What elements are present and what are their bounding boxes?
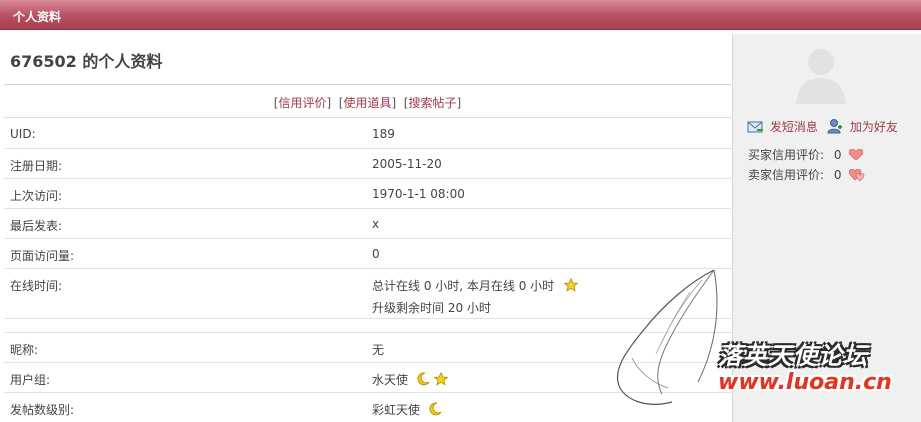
watermark-url: www.luoan.cn [718, 370, 892, 395]
credit-rating-link[interactable]: 信用评价 [278, 96, 326, 110]
field-label: 注册日期: [10, 159, 63, 173]
avatar [790, 42, 852, 104]
buyer-rating-label: 买家信用评价: [748, 148, 825, 162]
profile-title-bar: 676502 的个人资料 [4, 34, 731, 85]
field-label: 发帖数级别: [10, 403, 75, 417]
add-friend-button[interactable]: 加为好友 [827, 118, 898, 135]
buyer-rating: 买家信用评价: 0 [748, 146, 864, 163]
section-title: 个人资料 [13, 10, 62, 24]
field-row-lastvisit: 上次访问: 1970-1-1 08:00 [4, 179, 731, 209]
envelope-icon [747, 121, 763, 133]
field-label: 上次访问: [10, 189, 63, 203]
search-posts-link[interactable]: 搜索帖子 [409, 96, 457, 110]
buyer-rating-value: 0 [833, 148, 842, 162]
seller-rating: 卖家信用评价: 0 [748, 166, 865, 183]
send-message-button[interactable]: 发短消息 [747, 118, 818, 135]
field-value: 无 [372, 343, 385, 357]
online-time-value: 总计在线 0 小时, 本月在线 0 小时 升级剩余时间 20 小时 [372, 277, 579, 316]
field-value: 彩虹天使 [372, 401, 442, 418]
field-label: 最后发表: [10, 219, 63, 233]
field-value: x [372, 217, 380, 231]
field-value: 189 [372, 127, 395, 141]
field-row-uid: UID: 189 [4, 119, 731, 149]
send-message-label: 发短消息 [769, 120, 818, 134]
moon-icon [429, 402, 442, 416]
profile-title: 676502 的个人资料 [10, 52, 163, 71]
add-user-icon [827, 119, 842, 134]
field-label: UID: [10, 127, 36, 141]
field-value: 2005-11-20 [372, 157, 442, 171]
field-value: 0 [372, 247, 380, 261]
star-icon [563, 277, 579, 292]
field-value: 水天使 [372, 371, 449, 388]
field-label: 在线时间: [10, 279, 63, 293]
field-value: 1970-1-1 08:00 [372, 187, 465, 201]
field-label: 页面访问量: [10, 249, 75, 263]
profile-links: [信用评价] [使用道具] [搜索帖子] [4, 86, 731, 118]
online-time-total: 总计在线 0 小时, 本月在线 0 小时 [372, 279, 555, 293]
site-watermark: 落英天使论坛 www.luoan.cn [602, 262, 921, 422]
seller-rating-label: 卖家信用评价: [748, 168, 825, 182]
double-heart-icon [849, 169, 865, 181]
postlevel-value: 彩虹天使 [372, 403, 421, 417]
star-icon [433, 371, 449, 386]
usergroup-value: 水天使 [372, 373, 409, 387]
add-friend-label: 加为好友 [849, 120, 898, 134]
field-label: 昵称: [10, 343, 39, 357]
section-header: 个人资料 [0, 0, 921, 30]
field-row-regdate: 注册日期: 2005-11-20 [4, 149, 731, 179]
watermark-title: 落英天使论坛 [718, 342, 868, 370]
heart-icon [849, 149, 864, 161]
use-item-link[interactable]: 使用道具 [343, 96, 391, 110]
field-row-lastpost: 最后发表: x [4, 209, 731, 239]
moon-icon [417, 372, 430, 386]
field-label: 用户组: [10, 373, 51, 387]
seller-rating-value: 0 [833, 168, 842, 182]
online-time-upgrade: 升级剩余时间 20 小时 [372, 301, 491, 315]
